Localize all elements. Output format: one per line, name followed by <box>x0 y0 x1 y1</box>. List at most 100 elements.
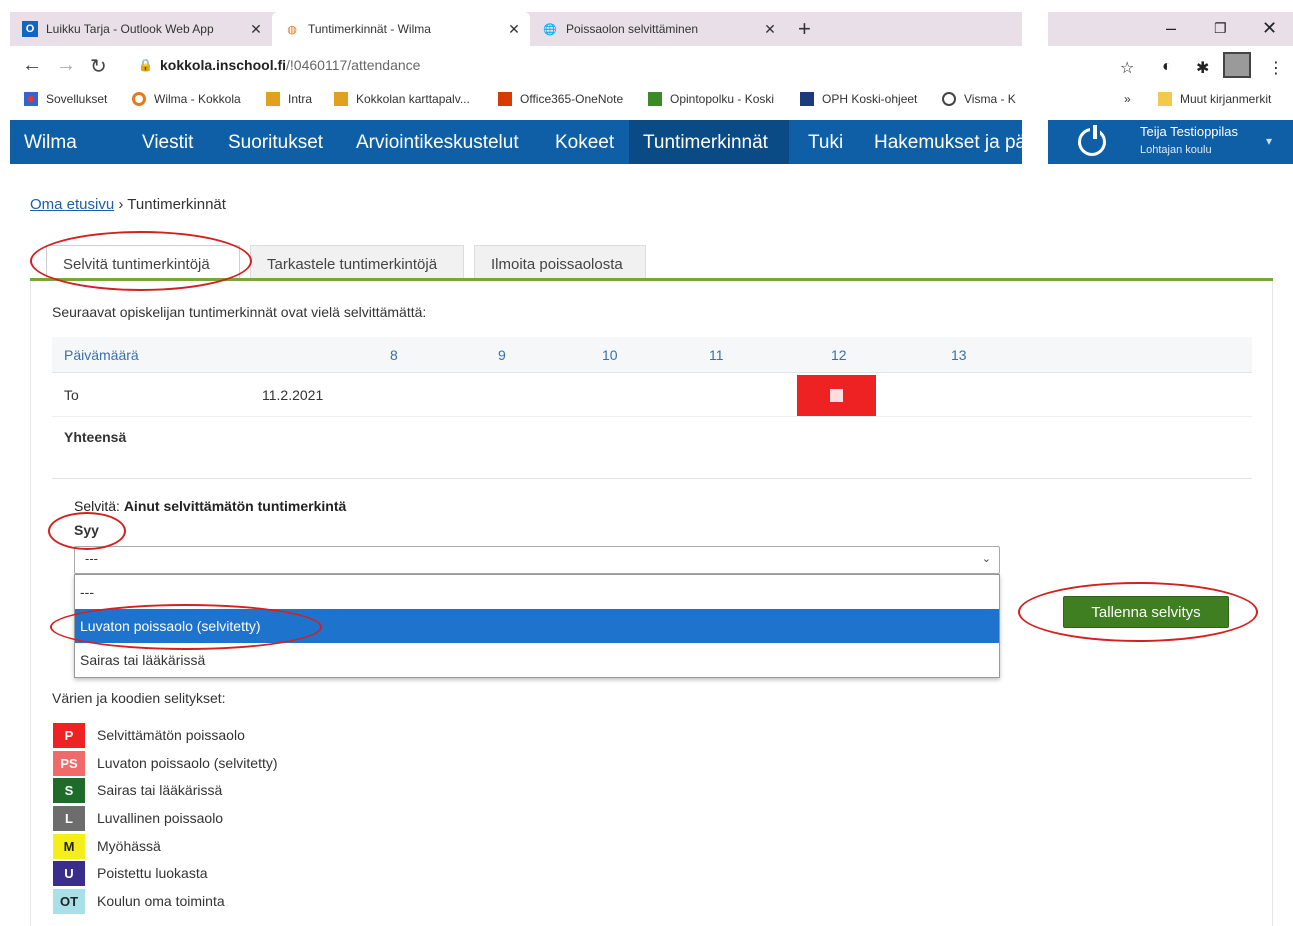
extension-icon[interactable]: ◐ <box>1162 58 1172 76</box>
nav-item-suoritukset[interactable]: Suoritukset <box>214 120 337 164</box>
globe-icon <box>942 92 956 106</box>
power-icon[interactable] <box>1078 125 1106 156</box>
chevron-down-icon: ⌄ <box>981 553 991 565</box>
bookmark-folder-other[interactable]: Muut kirjanmerkit <box>1158 92 1271 106</box>
bookmark-label: Visma - K <box>964 92 1016 106</box>
nav-item-hakemukset[interactable]: Hakemukset ja pä <box>860 120 1022 164</box>
legend-code: OT <box>53 888 85 914</box>
bookmark-label: OPH Koski-ohjeet <box>822 92 918 106</box>
star-icon[interactable]: ☆ <box>1120 58 1134 78</box>
outlook-icon: O <box>22 21 38 37</box>
legend-code: S <box>53 777 85 803</box>
back-icon[interactable]: ← <box>22 54 42 77</box>
bookmark-oph[interactable]: OPH Koski-ohjeet <box>800 92 917 106</box>
reason-select[interactable]: --- ⌄ <box>74 546 1000 574</box>
nav-item-tuki[interactable]: Tuki <box>794 120 857 164</box>
reason-select-value: --- <box>85 551 98 566</box>
browser-tab-label: Poissaolon selvittäminen <box>566 22 699 36</box>
legend-code: P <box>53 722 85 748</box>
annotation-oval <box>50 604 322 650</box>
user-menu[interactable]: Teija Testioppilas Lohtajan koulu ▾ <box>1048 120 1293 164</box>
wilma-icon: ◍ <box>287 23 297 36</box>
new-tab-button[interactable]: + <box>798 16 811 42</box>
column-header-hour: 11 <box>709 347 724 363</box>
bookmark-visma[interactable]: Visma - K <box>942 92 1016 106</box>
bookmark-label: Wilma - Kokkola <box>154 92 241 106</box>
column-header-date: Päivämäärä <box>64 347 139 363</box>
divider <box>52 478 1252 479</box>
resolve-heading: Selvitä: Ainut selvittämätön tuntimerkin… <box>74 498 346 514</box>
browser-tab-label: Tuntimerkinnät - Wilma <box>308 22 431 36</box>
close-icon[interactable]: ✕ <box>504 21 524 38</box>
nav-item-viestit[interactable]: Viestit <box>128 120 207 164</box>
legend-item: PS Luvaton poissaolo (selvitetty) <box>53 750 278 776</box>
legend-text: Sairas tai lääkärissä <box>97 782 223 798</box>
forward-icon[interactable]: → <box>56 54 76 77</box>
legend-item: U Poistettu luokasta <box>53 860 208 886</box>
office-icon <box>498 92 512 106</box>
user-name: Teija Testioppilas <box>1140 124 1239 139</box>
annotation-oval <box>48 512 126 550</box>
intra-icon <box>266 92 280 106</box>
tab-tarkastele[interactable]: Tarkastele tuntimerkintöjä <box>250 245 464 281</box>
legend-text: Poistettu luokasta <box>97 865 208 881</box>
browser-tab-wilma[interactable]: ◍ Tuntimerkinnät - Wilma ✕ <box>272 12 530 46</box>
bookmark-onenote[interactable]: Office365-OneNote <box>498 92 623 106</box>
legend-text: Luvaton poissaolo (selvitetty) <box>97 755 278 771</box>
table-row: To 11.2.2021 <box>52 373 1252 417</box>
bookmark-opintopolku[interactable]: Opintopolku - Koski <box>648 92 774 106</box>
url-field[interactable]: kokkola.inschool.fi/!0460117/attendance <box>160 57 420 73</box>
wilma-logo[interactable]: Wilma <box>10 120 91 164</box>
bookmark-wilma[interactable]: Wilma - Kokkola <box>132 92 241 106</box>
column-header-hour: 9 <box>498 347 506 363</box>
table-header: Päivämäärä 8 9 10 11 12 13 <box>52 337 1252 373</box>
legend-item: M Myöhässä <box>53 833 161 859</box>
attendance-mark-unresolved[interactable] <box>797 375 876 416</box>
address-bar-row: ← → ↻ 🔒 kokkola.inschool.fi/!0460117/att… <box>10 48 1293 84</box>
legend-text: Luvallinen poissaolo <box>97 810 224 826</box>
bookmarks-bar: Sovellukset Wilma - Kokkola Intra Kokkol… <box>10 86 1293 114</box>
bookmark-label: Sovellukset <box>46 92 108 106</box>
minimize-icon[interactable]: – <box>1166 18 1176 39</box>
reload-icon[interactable]: ↻ <box>90 54 107 79</box>
opintopolku-icon <box>648 92 662 106</box>
legend-text: Selvittämätön poissaolo <box>97 727 245 743</box>
close-icon[interactable]: ✕ <box>760 21 780 38</box>
chevron-down-icon[interactable]: ▾ <box>1266 134 1272 148</box>
legend-code: L <box>53 805 85 831</box>
close-icon[interactable]: ✕ <box>246 21 266 38</box>
oph-icon <box>800 92 814 106</box>
bookmark-kartta[interactable]: Kokkolan karttapalv... <box>334 92 470 106</box>
globe-icon: 🌐 <box>543 23 557 36</box>
legend-item: S Sairas tai lääkärissä <box>53 777 222 803</box>
bookmark-apps[interactable]: Sovellukset <box>24 92 107 106</box>
column-header-hour: 13 <box>951 347 967 363</box>
legend-item: OT Koulun oma toiminta <box>53 888 225 914</box>
user-school: Lohtajan koulu <box>1140 144 1212 156</box>
nav-item-kokeet[interactable]: Kokeet <box>541 120 628 164</box>
bookmark-label: Opintopolku - Koski <box>670 92 775 106</box>
row-date: 11.2.2021 <box>262 387 324 403</box>
window-controls: – ❐ ✕ <box>1048 12 1293 46</box>
legend-code: U <box>53 860 85 886</box>
nav-item-tuntimerkinnat[interactable]: Tuntimerkinnät <box>629 120 789 164</box>
browser-tab-outlook[interactable]: O Luikku Tarja - Outlook Web App ✕ <box>10 12 272 46</box>
close-window-icon[interactable]: ✕ <box>1262 18 1277 39</box>
breadcrumb-home-link[interactable]: Oma etusivu <box>30 196 114 213</box>
annotation-oval <box>1018 582 1258 642</box>
bookmarks-overflow[interactable]: » <box>1124 92 1131 106</box>
bookmark-intra[interactable]: Intra <box>266 92 312 106</box>
apps-icon <box>24 92 38 106</box>
restore-icon[interactable]: ❐ <box>1214 20 1227 37</box>
avatar[interactable] <box>1223 52 1251 78</box>
column-header-hour: 10 <box>602 347 618 363</box>
checkbox-icon <box>830 389 843 402</box>
nav-item-arviointikeskustelut[interactable]: Arviointikeskustelut <box>342 120 533 164</box>
menu-icon[interactable]: ⋮ <box>1268 58 1284 78</box>
browser-tab-poissaolo[interactable]: 🌐 Poissaolon selvittäminen ✕ <box>530 12 786 46</box>
tab-ilmoita[interactable]: Ilmoita poissaolosta <box>474 245 646 281</box>
breadcrumb-current: Tuntimerkinnät <box>127 196 226 213</box>
url-host: kokkola.inschool.fi <box>160 57 287 73</box>
bookmark-label: Office365-OneNote <box>520 92 624 106</box>
puzzle-icon[interactable]: ✱ <box>1196 58 1209 78</box>
